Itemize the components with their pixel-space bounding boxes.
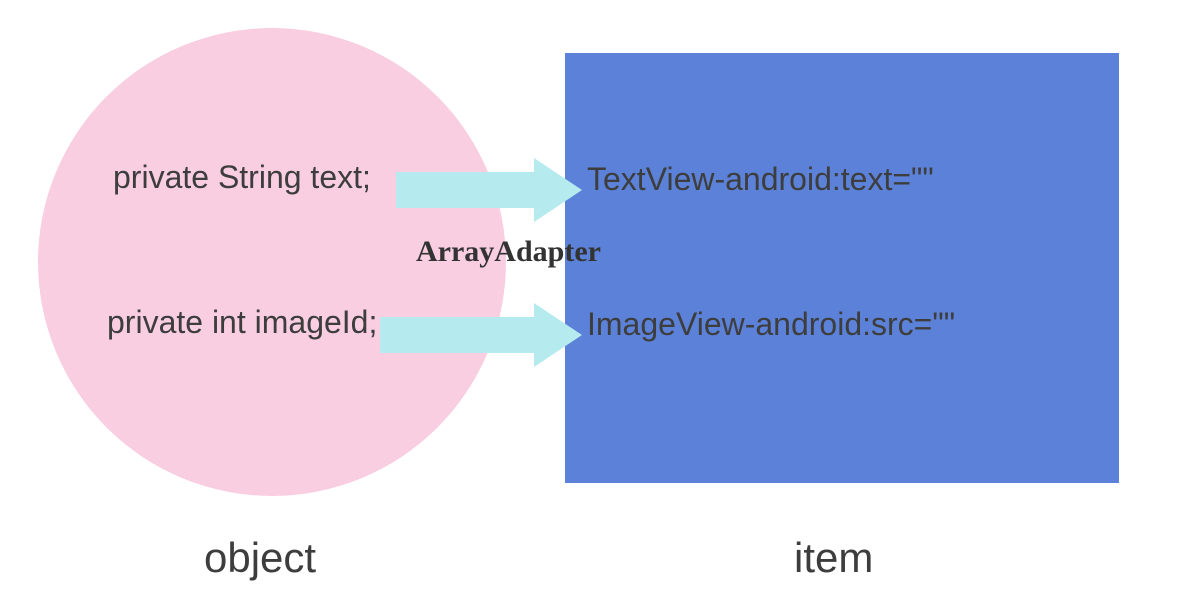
arrow-body-icon [380,317,536,353]
item-label: item [794,534,873,582]
arrow-head-icon [534,158,582,222]
item-field-imageview: ImageView-android:src="" [587,306,955,343]
item-rect [565,53,1119,483]
adapter-label: ArrayAdapter [416,235,601,269]
object-field-text: private String text; [113,159,371,196]
arrow-body-icon [396,172,536,208]
object-label: object [204,534,316,582]
item-field-textview: TextView-android:text="" [587,161,934,198]
arrow-head-icon [534,303,582,367]
object-field-imageid: private int imageId; [107,304,377,341]
